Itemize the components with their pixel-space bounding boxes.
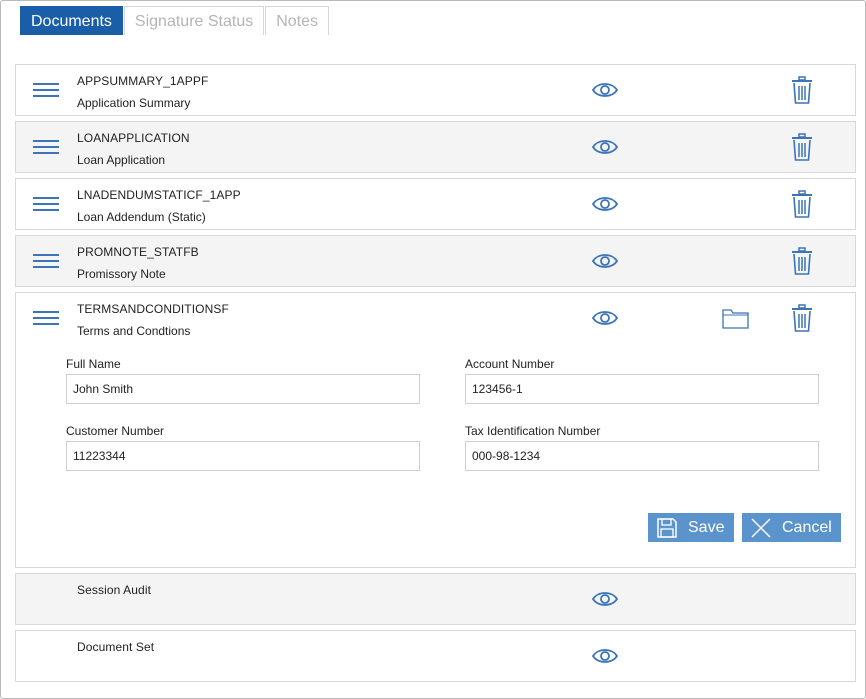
document-title: Loan Application (77, 153, 166, 167)
eye-icon[interactable] (592, 81, 618, 99)
drag-handle-icon[interactable] (33, 83, 59, 101)
drag-handle-icon[interactable] (33, 197, 59, 215)
tax-id-label: Tax Identification Number (465, 424, 601, 438)
eye-icon[interactable] (592, 195, 618, 213)
eye-icon[interactable] (592, 252, 618, 270)
document-title: Terms and Condtions (77, 324, 191, 338)
document-title: Application Summary (77, 96, 191, 110)
document-row: LNADENDUMSTATICF_1APP Loan Addendum (Sta… (15, 178, 856, 230)
close-icon (751, 517, 771, 538)
eye-icon[interactable] (592, 647, 618, 665)
drag-handle-icon[interactable] (33, 254, 59, 272)
save-label: Save (688, 518, 725, 536)
drag-handle-icon[interactable] (33, 311, 59, 329)
customer-number-input[interactable] (66, 441, 420, 471)
account-number-label: Account Number (465, 357, 555, 371)
drag-handle-icon[interactable] (33, 140, 59, 158)
tab-signature-status[interactable]: Signature Status (123, 6, 265, 35)
trash-icon[interactable] (791, 190, 813, 218)
documents-panel: Documents Signature Status Notes APPSUMM… (0, 0, 866, 699)
save-button[interactable]: Save (648, 513, 734, 542)
eye-icon[interactable] (592, 138, 618, 156)
document-row: APPSUMMARY_1APPF Application Summary (15, 64, 856, 116)
folder-icon[interactable] (722, 307, 749, 329)
document-code: LNADENDUMSTATICF_1APP (77, 188, 241, 202)
document-set-row: Document Set (15, 630, 856, 682)
tab-bar: Documents Signature Status Notes (20, 6, 330, 35)
tab-notes[interactable]: Notes (265, 6, 330, 35)
row-title: Session Audit (77, 583, 152, 597)
trash-icon[interactable] (791, 304, 813, 332)
eye-icon[interactable] (592, 590, 618, 608)
customer-number-label: Customer Number (66, 424, 165, 438)
document-code: TERMSANDCONDITIONSF (77, 302, 229, 316)
document-code: PROMNOTE_STATFB (77, 245, 199, 259)
document-list: APPSUMMARY_1APPF Application Summary LOA… (15, 64, 856, 687)
save-icon (657, 517, 677, 538)
document-row: LOANAPPLICATION Loan Application (15, 121, 856, 173)
full-name-input[interactable] (66, 374, 420, 404)
document-code: APPSUMMARY_1APPF (77, 74, 209, 88)
tab-documents[interactable]: Documents (20, 6, 123, 35)
document-code: LOANAPPLICATION (77, 131, 190, 145)
eye-icon[interactable] (592, 309, 618, 327)
trash-icon[interactable] (791, 76, 813, 104)
row-title: Document Set (77, 640, 155, 654)
trash-icon[interactable] (791, 247, 813, 275)
full-name-label: Full Name (66, 357, 121, 371)
document-row: PROMNOTE_STATFB Promissory Note (15, 235, 856, 287)
document-title: Promissory Note (77, 267, 166, 281)
tax-id-input[interactable] (465, 441, 819, 471)
document-row-expanded: TERMSANDCONDITIONSF Terms and Condtions … (15, 292, 856, 568)
account-number-input[interactable] (465, 374, 819, 404)
cancel-label: Cancel (782, 518, 832, 536)
trash-icon[interactable] (791, 133, 813, 161)
document-title: Loan Addendum (Static) (77, 210, 206, 224)
cancel-button[interactable]: Cancel (742, 513, 841, 542)
session-audit-row: Session Audit (15, 573, 856, 625)
